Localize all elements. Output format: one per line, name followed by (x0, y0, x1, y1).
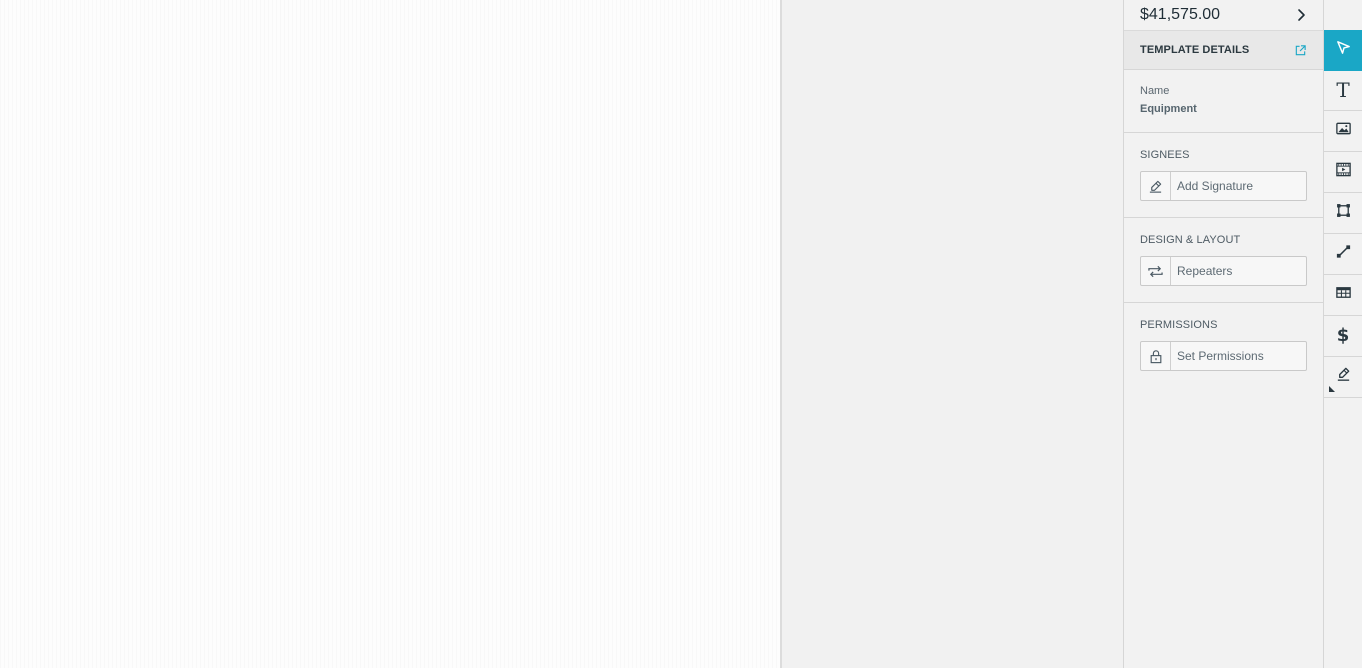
lock-icon (1141, 342, 1171, 370)
video-icon (1335, 161, 1352, 183)
signature-icon (1335, 366, 1352, 388)
add-signature-button[interactable]: Add Signature (1140, 171, 1307, 201)
tool-sidebar: T $ (1323, 0, 1362, 668)
line-icon (1335, 243, 1352, 265)
set-permissions-button[interactable]: Set Permissions (1140, 341, 1307, 371)
design-layout-section: DESIGN & LAYOUT Repeaters (1124, 218, 1323, 303)
template-name-value[interactable]: Equipment (1140, 103, 1197, 115)
template-name-section: Name Equipment (1124, 70, 1323, 133)
repeaters-label: Repeaters (1177, 264, 1233, 278)
add-signature-label: Add Signature (1177, 179, 1254, 193)
template-name-label: Name (1140, 85, 1170, 97)
shape-icon (1335, 202, 1352, 224)
properties-panel: $41,575.00 TEMPLATE DETAILS Name Equipme… (1123, 0, 1323, 668)
pointer-icon (1335, 39, 1352, 61)
repeat-icon (1141, 257, 1171, 285)
document-canvas[interactable] (0, 0, 780, 668)
dollar-icon: $ (1336, 325, 1350, 346)
shape-tool-button[interactable] (1324, 193, 1362, 234)
signature-pen-icon (1141, 172, 1171, 200)
repeaters-button[interactable]: Repeaters (1140, 256, 1307, 286)
pricing-tool-button[interactable]: $ (1324, 316, 1362, 357)
total-summary-bar[interactable]: $41,575.00 (1124, 0, 1323, 30)
workspace-background (782, 0, 1123, 668)
set-permissions-label: Set Permissions (1177, 349, 1264, 363)
select-tool-button[interactable] (1324, 30, 1362, 71)
image-icon (1335, 120, 1352, 142)
text-tool-button[interactable]: T (1324, 70, 1362, 111)
permissions-label: PERMISSIONS (1140, 319, 1218, 331)
chevron-right-icon[interactable] (1294, 8, 1308, 22)
signees-section: SIGNEES Add Signature (1124, 133, 1323, 218)
template-details-title: TEMPLATE DETAILS (1140, 44, 1250, 56)
signees-label: SIGNEES (1140, 149, 1190, 161)
text-icon: T (1336, 78, 1350, 102)
template-details-header: TEMPLATE DETAILS (1124, 30, 1323, 70)
image-tool-button[interactable] (1324, 111, 1362, 152)
video-tool-button[interactable] (1324, 152, 1362, 193)
signature-tool-button[interactable] (1324, 357, 1362, 398)
permissions-section: PERMISSIONS Set Permissions (1124, 303, 1323, 388)
table-tool-button[interactable] (1324, 275, 1362, 316)
external-link-icon[interactable] (1293, 43, 1307, 57)
design-layout-label: DESIGN & LAYOUT (1140, 234, 1241, 246)
table-icon (1335, 284, 1352, 306)
flyout-indicator-icon (1329, 386, 1335, 392)
line-tool-button[interactable] (1324, 234, 1362, 275)
total-value: $41,575.00 (1140, 6, 1221, 23)
